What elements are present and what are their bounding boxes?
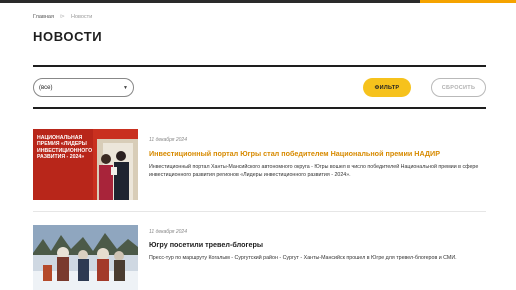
news-item: 11 декабря 2024 Югру посетили тревел-бло…	[33, 225, 486, 290]
breadcrumb: Главная ⊳ Новости	[33, 13, 93, 21]
news-divider	[33, 211, 486, 212]
news-title-link[interactable]: Югру посетили тревел-блогеры	[149, 240, 263, 249]
top-bar-accent	[420, 0, 516, 3]
page-title: НОВОСТИ	[33, 29, 103, 44]
news-thumbnail-caption: НАЦИОНАЛЬНАЯ ПРЕМИЯ «ЛИДЕРЫ ИНВЕСТИЦИОНН…	[37, 135, 93, 161]
breadcrumb-separator-icon: ⊳	[59, 14, 65, 20]
news-thumbnail-bloggers[interactable]	[33, 225, 138, 290]
chevron-down-icon: ▼	[123, 84, 128, 91]
filter-button[interactable]: ФИЛЬТР	[363, 78, 411, 97]
breadcrumb-current: Новости	[70, 13, 93, 20]
news-thumbnail-award[interactable]: НАЦИОНАЛЬНАЯ ПРЕМИЯ «ЛИДЕРЫ ИНВЕСТИЦИОНН…	[33, 129, 138, 200]
category-select[interactable]: (все) ▼	[33, 78, 134, 97]
news-date: 11 декабря 2024	[149, 229, 187, 235]
category-select-value: (все)	[39, 84, 53, 91]
news-date: 11 декабря 2024	[149, 137, 187, 143]
news-excerpt: Инвестиционный портал Ханты-Мансийского …	[149, 164, 479, 178]
breadcrumb-home-link[interactable]: Главная	[33, 14, 54, 20]
filter-top-rule	[33, 65, 486, 67]
filter-bottom-rule	[33, 107, 486, 109]
news-excerpt: Пресс-тур по маршруту Когалым - Сургутск…	[149, 255, 457, 261]
news-title-link[interactable]: Инвестиционный портал Югры стал победите…	[149, 149, 440, 158]
news-item: НАЦИОНАЛЬНАЯ ПРЕМИЯ «ЛИДЕРЫ ИНВЕСТИЦИОНН…	[33, 129, 486, 201]
reset-button[interactable]: СБРОСИТЬ	[431, 78, 486, 97]
